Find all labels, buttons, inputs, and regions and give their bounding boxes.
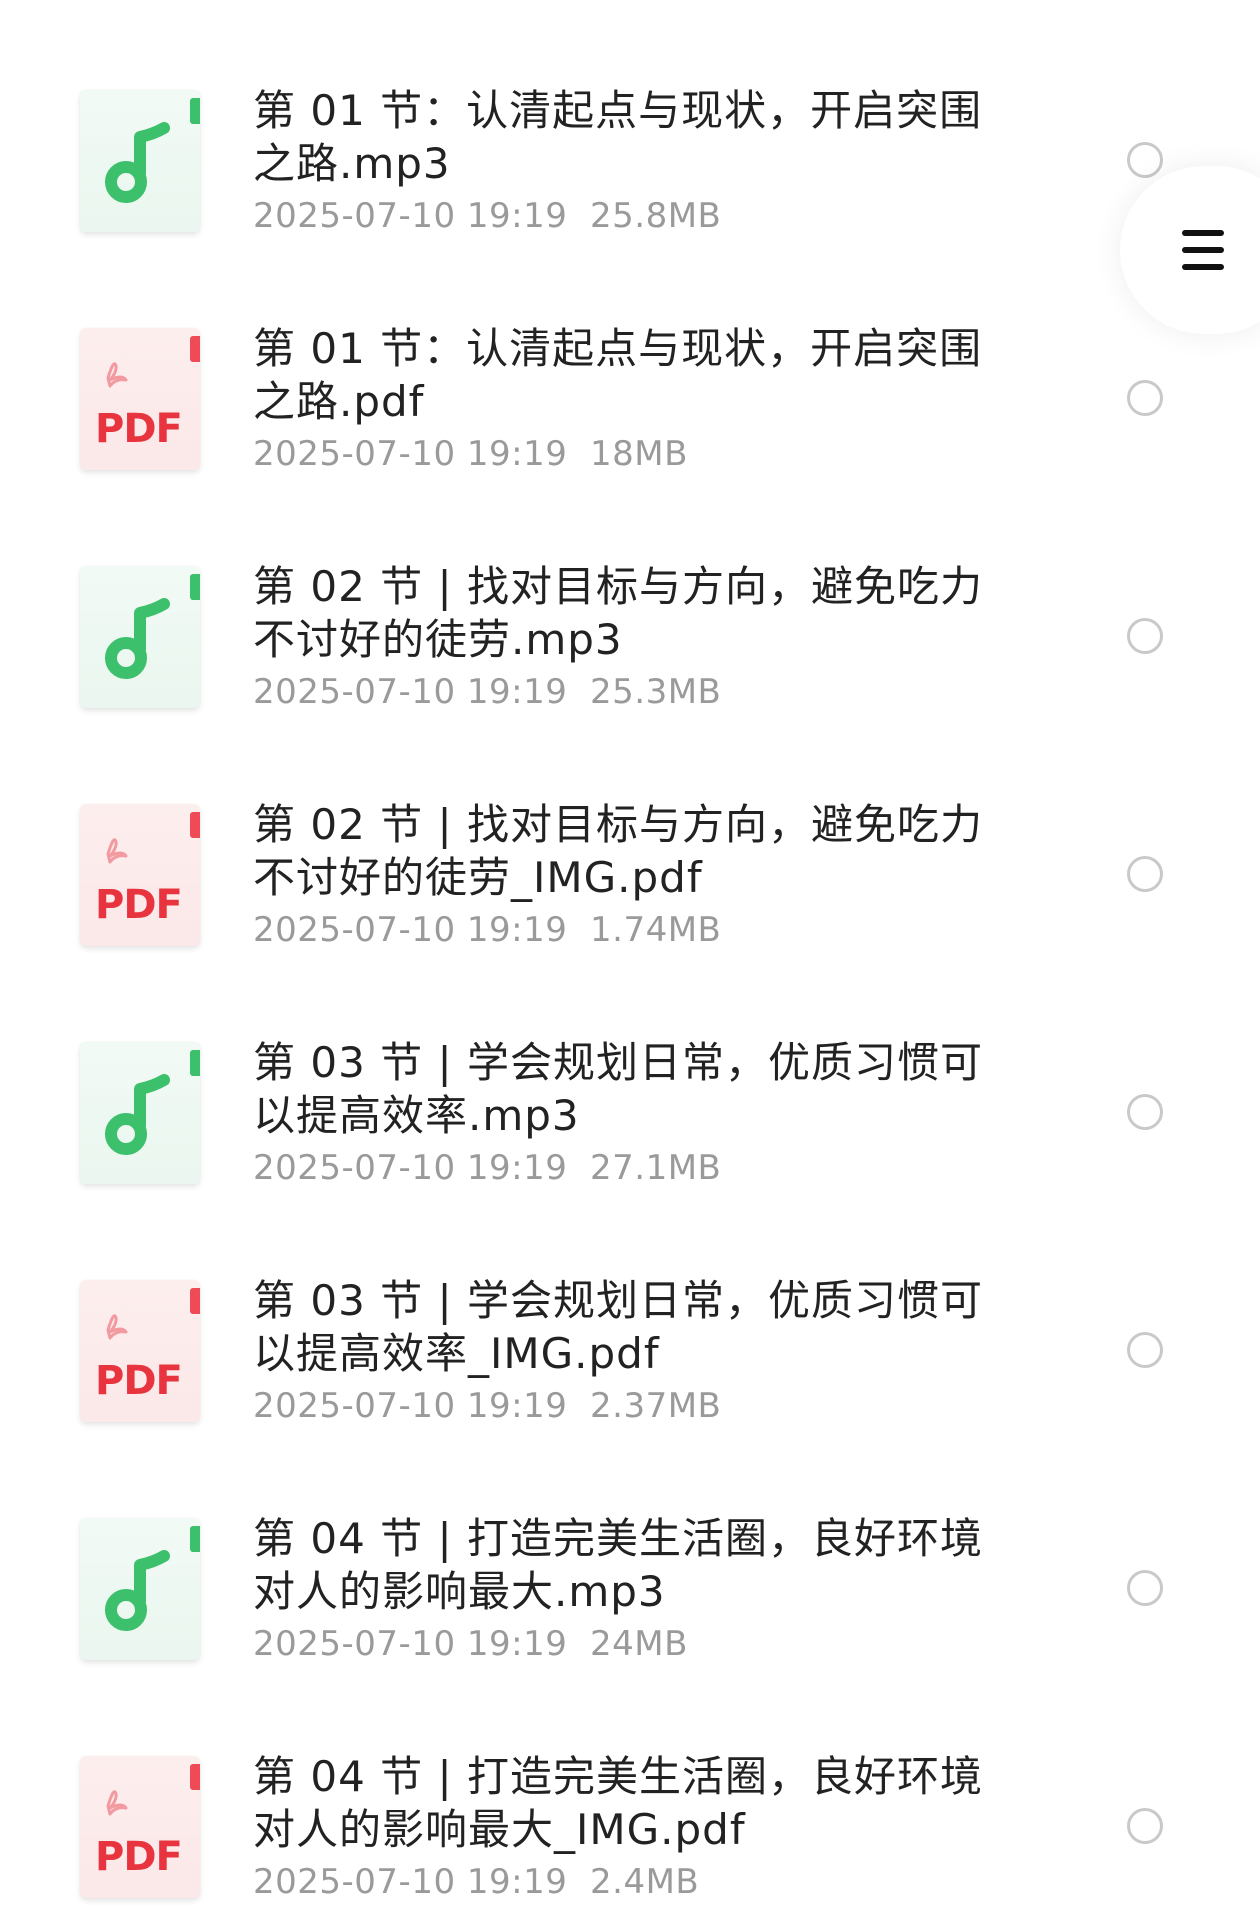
pdf-file-icon: PDF — [80, 328, 200, 470]
menu-icon-bar — [1182, 264, 1224, 270]
file-size: 2.37MB — [590, 1386, 722, 1426]
select-checkbox[interactable] — [1127, 380, 1163, 416]
file-row[interactable]: PDF 第 04 节 | 打造完美生活圈，良好环境对人的影响最大_IMG.pdf 2… — [0, 1724, 1260, 1920]
pdf-icon-label: PDF — [95, 406, 183, 452]
file-size: 18MB — [590, 434, 688, 474]
select-checkbox[interactable] — [1127, 856, 1163, 892]
file-row[interactable]: PDF 第 02 节 | 找对目标与方向，避免吃力不讨好的徒劳_IMG.pdf 20… — [0, 772, 1260, 1010]
pdf-file-icon: PDF — [80, 1280, 200, 1422]
file-date: 2025-07-10 19:19 — [253, 196, 568, 236]
menu-icon — [1182, 230, 1224, 270]
file-size: 25.8MB — [590, 196, 722, 236]
file-size: 24MB — [590, 1624, 688, 1664]
file-size: 25.3MB — [590, 672, 722, 712]
file-date: 2025-07-10 19:19 — [253, 1148, 568, 1188]
music-note-icon — [80, 1518, 200, 1660]
file-date: 2025-07-10 19:19 — [253, 434, 568, 474]
music-note-icon — [80, 1042, 200, 1184]
file-meta: 2025-07-10 19:19 18MB — [253, 434, 688, 474]
pdf-file-icon: PDF — [80, 1756, 200, 1898]
file-name: 第 03 节 | 学会规划日常，优质习惯可以提高效率_IMG.pdf — [253, 1276, 983, 1378]
file-row[interactable]: 第 03 节 | 学会规划日常，优质习惯可以提高效率.mp3 2025-07-10… — [0, 1010, 1260, 1248]
pdf-icon-label: PDF — [95, 1834, 183, 1880]
file-name: 第 04 节 | 打造完美生活圈，良好环境对人的影响最大.mp3 — [253, 1514, 983, 1616]
file-name: 第 02 节 | 找对目标与方向，避免吃力不讨好的徒劳_IMG.pdf — [253, 800, 983, 902]
file-name: 第 01 节：认清起点与现状，开启突围之路.pdf — [253, 324, 983, 426]
menu-icon-bar — [1182, 247, 1224, 253]
file-size: 2.4MB — [590, 1862, 700, 1902]
file-name: 第 04 节 | 打造完美生活圈，良好环境对人的影响最大_IMG.pdf — [253, 1752, 983, 1854]
select-checkbox[interactable] — [1127, 1332, 1163, 1368]
file-size: 1.74MB — [590, 910, 722, 950]
select-checkbox[interactable] — [1127, 1808, 1163, 1844]
file-name: 第 02 节 | 找对目标与方向，避免吃力不讨好的徒劳.mp3 — [253, 562, 983, 664]
file-meta: 2025-07-10 19:19 2.4MB — [253, 1862, 699, 1902]
file-meta: 2025-07-10 19:19 27.1MB — [253, 1148, 721, 1188]
select-checkbox[interactable] — [1127, 618, 1163, 654]
file-meta: 2025-07-10 19:19 25.3MB — [253, 672, 721, 712]
select-checkbox[interactable] — [1127, 142, 1163, 178]
file-date: 2025-07-10 19:19 — [253, 910, 568, 950]
file-row[interactable]: PDF 第 01 节：认清起点与现状，开启突围之路.pdf 2025-07-10 1… — [0, 296, 1260, 534]
file-row[interactable]: 第 01 节：认清起点与现状，开启突围之路.mp3 2025-07-10 19:1… — [0, 58, 1260, 296]
file-list-screen: 第 01 节：认清起点与现状，开启突围之路.mp3 2025-07-10 19:1… — [0, 0, 1260, 1920]
file-meta: 2025-07-10 19:19 2.37MB — [253, 1386, 721, 1426]
file-row[interactable]: 第 02 节 | 找对目标与方向，避免吃力不讨好的徒劳.mp3 2025-07-1… — [0, 534, 1260, 772]
select-checkbox[interactable] — [1127, 1570, 1163, 1606]
music-note-icon — [80, 566, 200, 708]
file-name: 第 01 节：认清起点与现状，开启突围之路.mp3 — [253, 86, 983, 188]
file-date: 2025-07-10 19:19 — [253, 1862, 568, 1902]
music-note-icon — [80, 90, 200, 232]
file-meta: 2025-07-10 19:19 24MB — [253, 1624, 688, 1664]
file-meta: 2025-07-10 19:19 25.8MB — [253, 196, 721, 236]
select-checkbox[interactable] — [1127, 1094, 1163, 1130]
file-date: 2025-07-10 19:19 — [253, 1624, 568, 1664]
file-name: 第 03 节 | 学会规划日常，优质习惯可以提高效率.mp3 — [253, 1038, 983, 1140]
file-date: 2025-07-10 19:19 — [253, 1386, 568, 1426]
file-row[interactable]: PDF 第 03 节 | 学会规划日常，优质习惯可以提高效率_IMG.pdf 202… — [0, 1248, 1260, 1486]
pdf-file-icon: PDF — [80, 804, 200, 946]
file-row[interactable]: 第 04 节 | 打造完美生活圈，良好环境对人的影响最大.mp3 2025-07-… — [0, 1486, 1260, 1724]
file-date: 2025-07-10 19:19 — [253, 672, 568, 712]
pdf-icon-label: PDF — [95, 882, 183, 928]
menu-icon-bar — [1182, 230, 1224, 236]
file-meta: 2025-07-10 19:19 1.74MB — [253, 910, 721, 950]
file-size: 27.1MB — [590, 1148, 722, 1188]
pdf-icon-label: PDF — [95, 1358, 183, 1404]
